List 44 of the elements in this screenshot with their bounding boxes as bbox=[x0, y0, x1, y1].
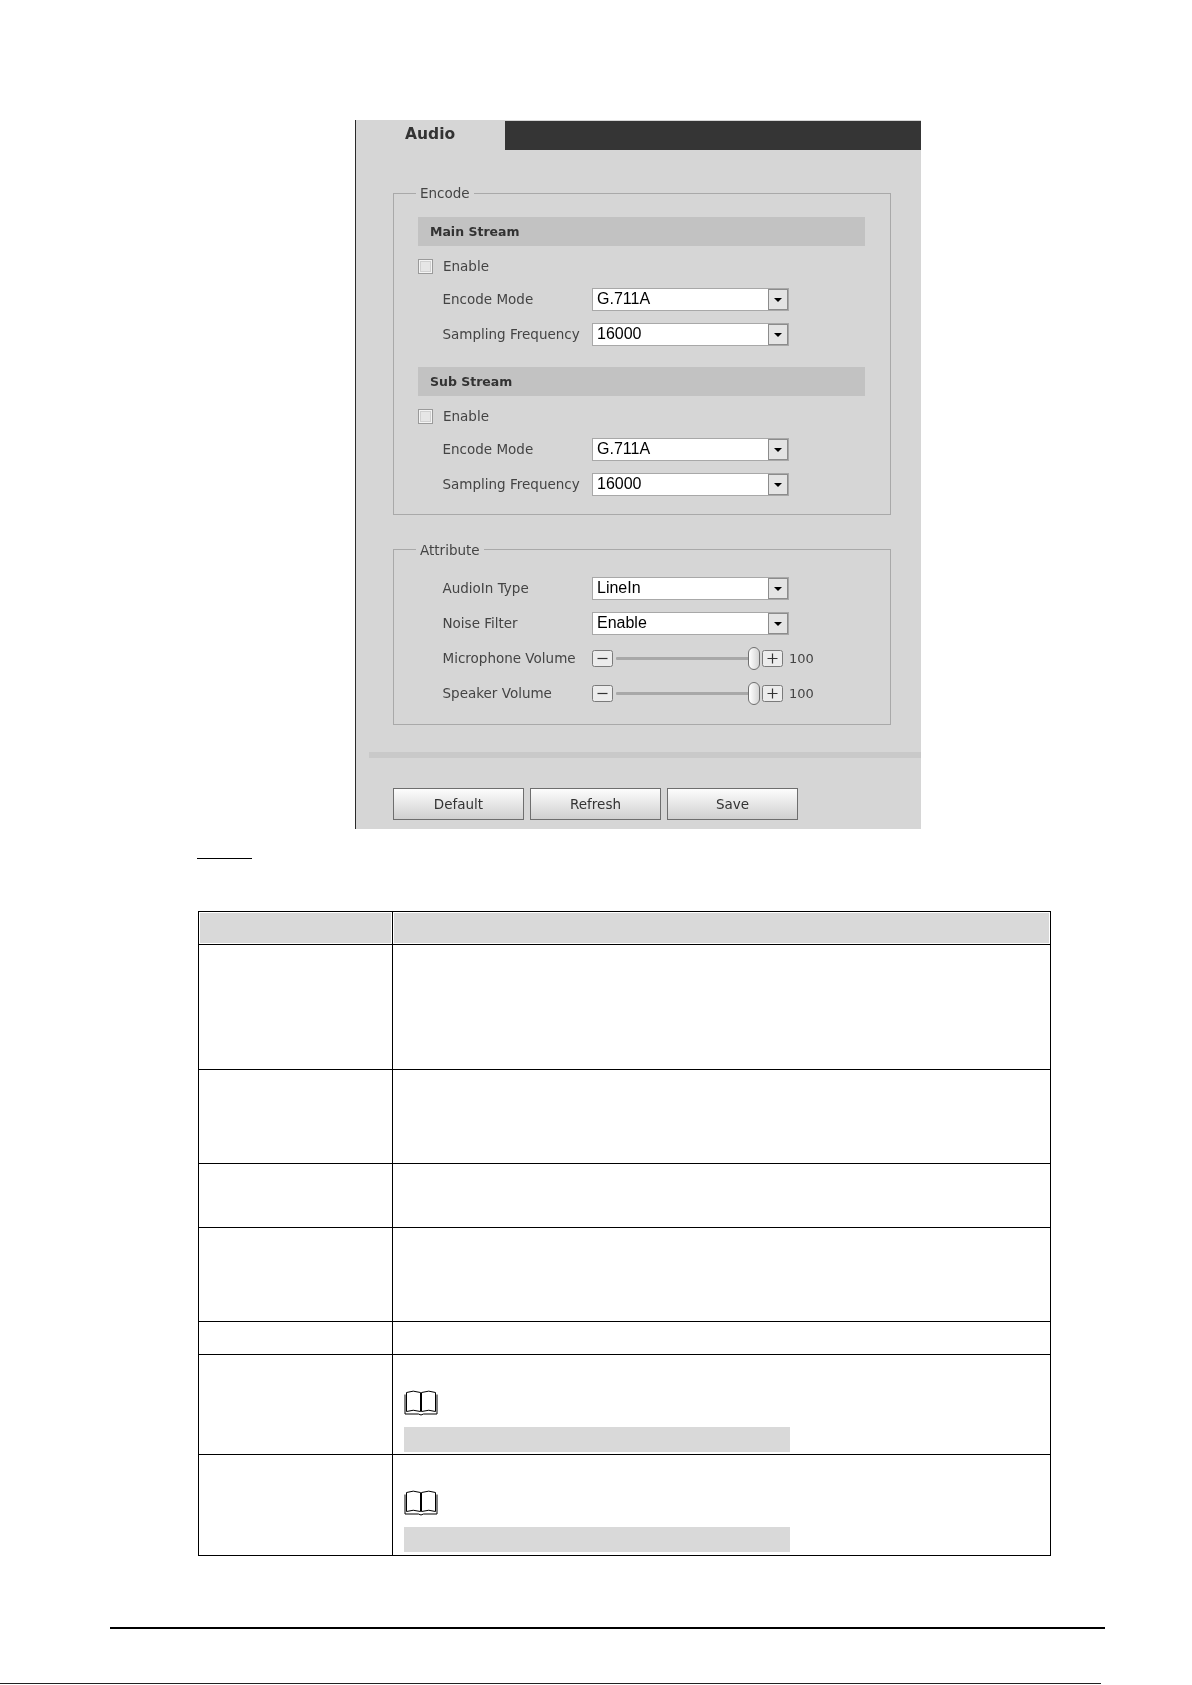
field-label: Encode Mode bbox=[442, 441, 534, 457]
slider-value: 100 bbox=[789, 650, 814, 666]
caret-icon bbox=[768, 323, 788, 345]
slider-thumb[interactable] bbox=[748, 681, 760, 705]
slider-value: 100 bbox=[789, 685, 814, 701]
minus-icon[interactable] bbox=[592, 649, 613, 667]
refresh-button[interactable]: Refresh bbox=[530, 787, 661, 820]
field-label: Sampling Frequency bbox=[442, 326, 580, 342]
group-legend: Attribute bbox=[420, 541, 480, 558]
caret-icon bbox=[768, 612, 788, 634]
default-button[interactable]: Default bbox=[393, 787, 524, 820]
field-label: Noise Filter bbox=[442, 615, 518, 631]
section-header: Sub Stream bbox=[418, 366, 865, 396]
checkbox-label: Enable bbox=[443, 258, 489, 274]
caret-icon bbox=[768, 288, 788, 310]
dropdown-field[interactable]: LineIn bbox=[592, 576, 789, 600]
dropdown-field[interactable]: 16000 bbox=[592, 322, 789, 346]
slider-thumb[interactable] bbox=[748, 646, 760, 670]
checkbox[interactable] bbox=[418, 408, 433, 424]
caret-icon bbox=[768, 473, 788, 495]
plus-icon[interactable] bbox=[762, 649, 783, 667]
slider-track[interactable] bbox=[615, 646, 760, 670]
plus-icon[interactable] bbox=[762, 684, 783, 702]
checkbox-label: Enable bbox=[443, 408, 489, 424]
book-icon bbox=[404, 1389, 438, 1416]
field-label: Sampling Frequency bbox=[442, 476, 580, 492]
caret-icon bbox=[768, 438, 788, 460]
field-label: Microphone Volume bbox=[442, 650, 576, 666]
dropdown-field[interactable]: G.711A bbox=[592, 287, 789, 311]
checkbox[interactable] bbox=[418, 258, 433, 274]
caret-icon bbox=[768, 577, 788, 599]
field-label: Encode Mode bbox=[442, 291, 534, 307]
panel-title: Audio bbox=[405, 125, 456, 143]
field-label: AudioIn Type bbox=[442, 580, 529, 596]
dropdown-field[interactable]: G.711A bbox=[592, 437, 789, 461]
minus-icon[interactable] bbox=[592, 684, 613, 702]
slider-track[interactable] bbox=[615, 681, 760, 705]
section-header: Main Stream bbox=[418, 216, 865, 246]
book-icon bbox=[404, 1489, 438, 1516]
field-label: Speaker Volume bbox=[442, 685, 552, 701]
dropdown-field[interactable]: Enable bbox=[592, 611, 789, 635]
dropdown-field[interactable]: 16000 bbox=[592, 472, 789, 496]
group-legend: Encode bbox=[420, 185, 470, 201]
save-button[interactable]: Save bbox=[667, 787, 798, 820]
